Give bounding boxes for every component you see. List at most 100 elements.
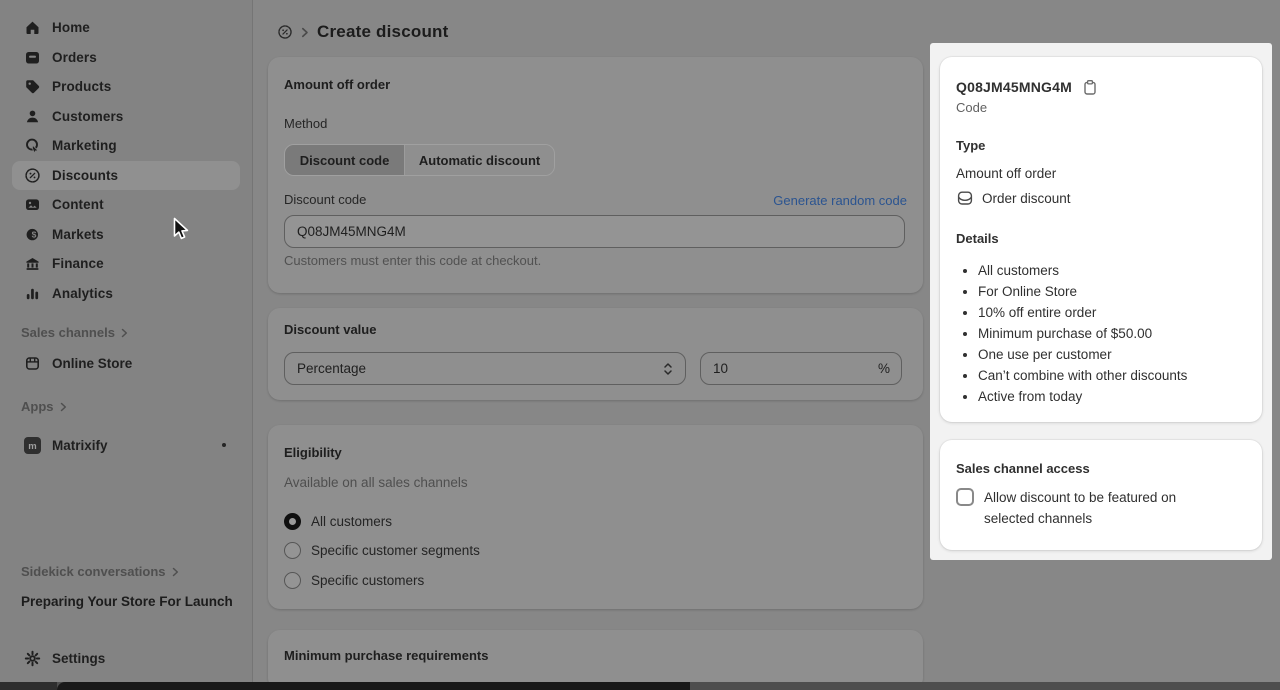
sidebar: Home Orders Products Customers Marketing <box>0 0 253 690</box>
notification-dot <box>222 443 226 447</box>
detail-item: All customers <box>978 260 1246 281</box>
segment-automatic-discount[interactable]: Automatic discount <box>404 145 554 175</box>
discount-code-helper: Customers must enter this code at checko… <box>284 253 542 268</box>
orders-icon <box>24 49 41 66</box>
sidebar-nav: Home Orders Products Customers Marketing <box>0 13 252 308</box>
mouse-cursor <box>170 217 192 248</box>
radio-specific-customer-segments[interactable]: Specific customer segments <box>284 541 907 561</box>
chevron-right-icon <box>301 27 308 37</box>
copy-clipboard-icon[interactable] <box>1082 79 1098 96</box>
percent-suffix: % <box>877 361 890 376</box>
chevron-right-icon <box>172 567 178 577</box>
sidebar-item-label: Orders <box>52 49 97 65</box>
sales-channel-access-heading: Sales channel access <box>956 461 1090 476</box>
detail-item: Minimum purchase of $50.00 <box>978 323 1246 344</box>
featured-checkbox-label: Allow discount to be featured on selecte… <box>984 490 1177 526</box>
home-icon <box>24 19 41 36</box>
sidekick-label: Sidekick conversations <box>21 564 166 579</box>
sidebar-item-label: Customers <box>52 108 124 124</box>
value-type-select[interactable]: Percentage <box>284 352 686 385</box>
gear-icon <box>24 650 41 667</box>
radio-unselected-icon[interactable] <box>284 571 301 589</box>
sidebar-item-content[interactable]: Content <box>12 190 240 220</box>
featured-checkbox[interactable] <box>956 488 974 506</box>
bottom-window-edge <box>0 682 1280 690</box>
sidebar-item-label: Analytics <box>52 285 113 301</box>
card-title: Minimum purchase requirements <box>284 648 489 663</box>
chevron-right-icon <box>60 402 66 412</box>
details-heading: Details <box>956 231 999 246</box>
sidebar-item-home[interactable]: Home <box>12 13 240 43</box>
order-discount-icon <box>957 191 973 205</box>
content-icon <box>24 196 41 213</box>
discounts-icon <box>24 167 41 184</box>
matrixify-app-icon: m <box>24 436 41 454</box>
svg-text:$: $ <box>32 229 37 239</box>
chevron-right-icon <box>121 328 128 338</box>
sidebar-item-online-store[interactable]: Online Store <box>12 348 240 378</box>
svg-text:m: m <box>28 441 36 452</box>
sidebar-item-marketing[interactable]: Marketing <box>12 131 240 161</box>
sidebar-item-label: Products <box>52 79 112 95</box>
card-title: Discount value <box>284 322 377 337</box>
apps-label: Apps <box>21 399 54 414</box>
sidekick-conversations-header[interactable]: Sidekick conversations <box>21 565 179 579</box>
segment-discount-code[interactable]: Discount code <box>285 145 405 175</box>
sales-channels-header[interactable]: Sales channels <box>21 326 128 340</box>
page-title: Create discount <box>317 22 449 41</box>
products-icon <box>24 78 41 95</box>
sidebar-item-discounts[interactable]: Discounts <box>12 160 240 190</box>
card-title: Amount off order <box>284 77 391 92</box>
summary-code: Q08JM45MNG4M <box>956 79 1072 95</box>
sales-channel-access-card: Sales channel access Allow discount to b… <box>940 440 1262 550</box>
sidebar-item-products[interactable]: Products <box>12 72 240 102</box>
markets-icon: $ <box>24 226 41 243</box>
sidebar-item-finance[interactable]: Finance <box>12 249 240 279</box>
breadcrumb: Create discount <box>277 22 448 42</box>
detail-item: Active from today <box>978 386 1246 407</box>
customers-icon <box>24 108 41 125</box>
radio-selected-icon[interactable] <box>284 512 301 530</box>
finance-icon <box>24 255 41 272</box>
sales-channels-label: Sales channels <box>21 325 115 340</box>
bottom-edge-dark-bar <box>57 682 690 690</box>
sidebar-item-customers[interactable]: Customers <box>12 102 240 132</box>
eligibility-card: Eligibility Available on all sales chann… <box>268 425 923 609</box>
type-value: Amount off order <box>956 166 1057 181</box>
discount-code-label: Discount code <box>284 192 367 207</box>
generate-random-code-link[interactable]: Generate random code <box>773 193 907 208</box>
sidebar-item-settings[interactable]: Settings <box>12 643 240 673</box>
sidekick-conversation-item[interactable]: Preparing Your Store For Launch <box>21 594 233 609</box>
value-type-selected: Percentage <box>297 361 367 376</box>
discount-summary-card: Q08JM45MNG4M Code Type Amount off order … <box>940 57 1262 422</box>
method-label: Method <box>284 116 328 131</box>
storefront-icon <box>24 355 41 372</box>
sidebar-item-orders[interactable]: Orders <box>12 43 240 73</box>
order-discount-label: Order discount <box>982 190 1071 206</box>
availability-text: Available on all sales channels <box>284 475 468 490</box>
radio-unselected-icon[interactable] <box>284 542 301 559</box>
apps-header[interactable]: Apps <box>21 400 67 414</box>
analytics-icon <box>24 285 41 302</box>
summary-code-caption: Code <box>956 100 988 115</box>
sidebar-item-label: Home <box>52 20 90 36</box>
value-amount-input[interactable] <box>700 352 902 385</box>
radio-all-customers[interactable]: All customers <box>284 511 907 531</box>
radio-specific-customers[interactable]: Specific customers <box>284 570 907 590</box>
sidebar-item-matrixify[interactable]: m Matrixify <box>12 430 240 460</box>
featured-checkbox-row[interactable]: Allow discount to be featured on selecte… <box>956 487 1246 529</box>
sidebar-item-label: Discounts <box>52 167 119 183</box>
discount-badge-icon[interactable] <box>277 24 293 40</box>
amount-off-order-card: Amount off order Method Discount code Au… <box>268 57 923 293</box>
online-store-label: Online Store <box>52 355 133 371</box>
matrixify-label: Matrixify <box>52 437 108 453</box>
summary-spotlight-panel: Q08JM45MNG4M Code Type Amount off order … <box>930 43 1272 560</box>
detail-item: Can’t combine with other discounts <box>978 365 1246 386</box>
details-list: All customers For Online Store 10% off e… <box>956 260 1246 407</box>
type-heading: Type <box>956 138 986 153</box>
discount-code-input[interactable] <box>284 215 905 248</box>
sidebar-item-analytics[interactable]: Analytics <box>12 279 240 309</box>
sidebar-item-markets[interactable]: $ Markets <box>12 220 240 250</box>
bottom-edge-left <box>0 682 57 690</box>
sidebar-item-label: Finance <box>52 256 104 272</box>
